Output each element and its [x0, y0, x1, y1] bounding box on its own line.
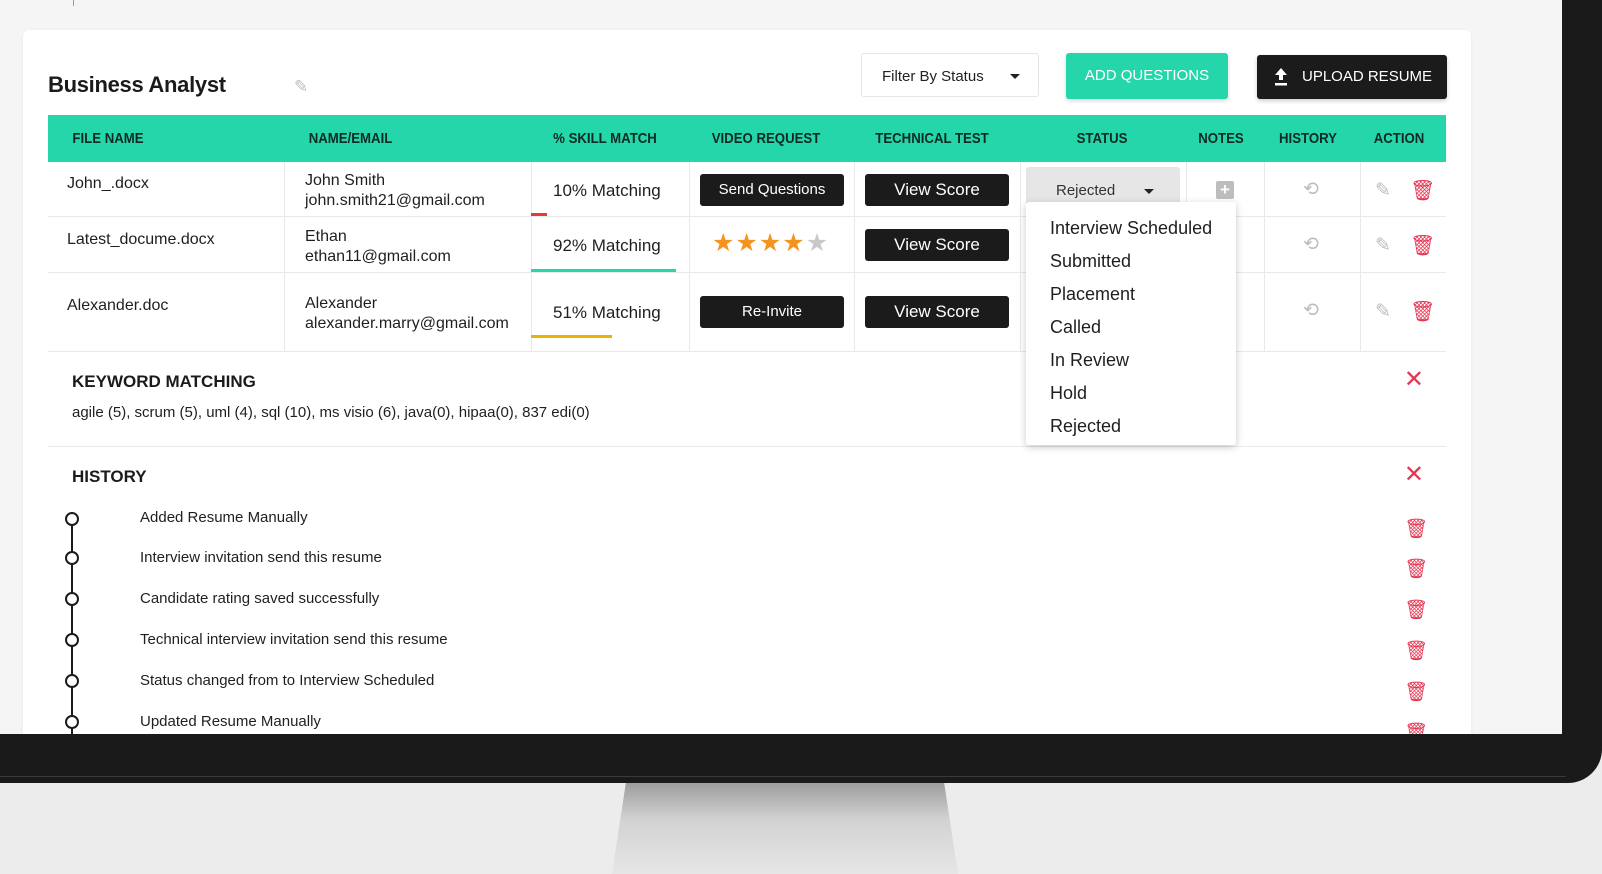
- table-header: FILE NAME NAME/EMAIL % SKILL MATCH VIDEO…: [48, 115, 1446, 162]
- column-divider: [1360, 162, 1361, 352]
- view-score-button[interactable]: View Score: [865, 296, 1009, 328]
- timeline-dot: [65, 551, 79, 565]
- page-title: Business Analyst: [48, 72, 226, 97]
- candidate-email: john.smith21@gmail.com: [305, 192, 485, 209]
- trash-icon[interactable]: 🗑: [1410, 299, 1435, 324]
- history-item: Interview invitation send this resume: [140, 549, 382, 566]
- column-divider: [1020, 162, 1021, 352]
- trash-icon[interactable]: 🗑: [1404, 517, 1428, 541]
- skill-match-bar: [531, 335, 612, 338]
- status-dropdown-menu: Interview Scheduled Submitted Placement …: [1026, 202, 1236, 445]
- candidate-name: John Smith: [305, 172, 386, 189]
- keyword-matching-section: KEYWORD MATCHING agile (5), scrum (5), u…: [48, 352, 1446, 447]
- send-questions-button[interactable]: Send Questions: [700, 174, 844, 206]
- divider: [73, 0, 74, 6]
- candidate-name: Alexander: [305, 295, 378, 312]
- history-item: Status changed from to Interview Schedul…: [140, 672, 435, 689]
- trash-icon[interactable]: 🗑: [1404, 639, 1428, 663]
- dropdown-option[interactable]: In Review: [1026, 344, 1236, 377]
- history-icon[interactable]: ⟲: [1303, 178, 1319, 201]
- column-divider: [689, 162, 690, 352]
- keyword-list: agile (5), scrum (5), uml (4), sql (10),…: [72, 404, 590, 421]
- timeline-dot: [65, 633, 79, 647]
- monitor-stand: [612, 783, 958, 874]
- column-header[interactable]: ACTION: [1360, 115, 1437, 162]
- plus-square-icon[interactable]: +: [1216, 181, 1234, 199]
- section-title: KEYWORD MATCHING: [72, 372, 256, 391]
- add-questions-button[interactable]: ADD QUESTIONS: [1066, 53, 1228, 99]
- column-header[interactable]: FILE NAME: [60, 115, 157, 162]
- dropdown-option[interactable]: Placement: [1026, 278, 1236, 311]
- column-header[interactable]: TECHNICAL TEST: [862, 115, 1003, 162]
- upload-resume-button[interactable]: UPLOAD RESUME: [1257, 55, 1447, 99]
- pencil-icon[interactable]: ✎: [1375, 300, 1391, 323]
- view-score-button[interactable]: View Score: [865, 174, 1009, 206]
- dropdown-option[interactable]: Hold: [1026, 377, 1236, 410]
- dropdown-option[interactable]: Submitted: [1026, 245, 1236, 278]
- section-title: HISTORY: [72, 467, 147, 486]
- chevron-down-icon: [1010, 74, 1020, 79]
- trash-icon[interactable]: 🗑: [1404, 680, 1428, 704]
- trash-icon[interactable]: 🗑: [1410, 233, 1435, 258]
- skill-match: 51% Matching: [553, 303, 661, 322]
- pencil-icon[interactable]: ✎: [1375, 179, 1391, 202]
- candidate-name: Ethan: [305, 228, 347, 245]
- dropdown-option[interactable]: Interview Scheduled: [1026, 212, 1236, 245]
- column-divider: [1264, 162, 1265, 352]
- file-name[interactable]: Latest_docume.docx: [67, 231, 215, 249]
- history-item: Candidate rating saved successfully: [140, 590, 380, 607]
- view-score-button[interactable]: View Score: [865, 229, 1009, 261]
- history-item: Added Resume Manually: [140, 509, 308, 526]
- close-icon[interactable]: ✕: [1404, 463, 1424, 487]
- skill-match: 10% Matching: [553, 181, 661, 200]
- pencil-icon[interactable]: ✎: [1375, 234, 1391, 257]
- column-divider: [531, 162, 532, 352]
- column-header[interactable]: % SKILL MATCH: [539, 115, 671, 162]
- dropdown-option[interactable]: Called: [1026, 311, 1236, 344]
- history-item: Technical interview invitation send this…: [140, 631, 448, 648]
- skill-match-bar: [531, 213, 547, 216]
- filter-by-status-select[interactable]: Filter By Status: [861, 53, 1039, 97]
- skill-match: 92% Matching: [553, 236, 661, 255]
- trash-icon[interactable]: 🗑: [1404, 557, 1428, 581]
- history-item: Updated Resume Manually: [140, 713, 321, 730]
- timeline-dot: [65, 512, 79, 526]
- star-icon[interactable]: ★: [782, 229, 805, 257]
- star-icon[interactable]: ★: [806, 229, 829, 257]
- timeline-dot: [65, 592, 79, 606]
- upload-icon: [1275, 68, 1287, 86]
- re-invite-button[interactable]: Re-Invite: [700, 296, 844, 328]
- candidate-email: alexander.marry@gmail.com: [305, 315, 509, 332]
- timeline-dot: [65, 674, 79, 688]
- column-divider: [854, 162, 855, 352]
- column-header[interactable]: STATUS: [1033, 115, 1170, 162]
- skill-match-bar: [531, 269, 676, 272]
- star-rating[interactable]: ★★★★★: [712, 228, 829, 258]
- candidate-email: ethan11@gmail.com: [305, 248, 451, 265]
- close-icon[interactable]: ✕: [1404, 368, 1424, 392]
- column-header[interactable]: VIDEO REQUEST: [699, 115, 833, 162]
- upload-resume-label: UPLOAD RESUME: [1302, 68, 1433, 85]
- star-icon[interactable]: ★: [735, 229, 758, 257]
- column-header[interactable]: NOTES: [1187, 115, 1256, 162]
- file-name[interactable]: Alexander.doc: [67, 297, 168, 315]
- trash-icon[interactable]: 🗑: [1404, 721, 1428, 734]
- trash-icon[interactable]: 🗑: [1410, 178, 1435, 203]
- trash-icon[interactable]: 🗑: [1404, 598, 1428, 622]
- history-icon[interactable]: ⟲: [1303, 233, 1319, 256]
- star-icon[interactable]: ★: [759, 229, 782, 257]
- column-divider: [284, 162, 285, 352]
- status-value: Rejected: [1056, 182, 1116, 199]
- column-header[interactable]: NAME/EMAIL: [296, 115, 406, 162]
- column-header[interactable]: HISTORY: [1268, 115, 1349, 162]
- history-icon[interactable]: ⟲: [1303, 299, 1319, 322]
- chevron-down-icon: [1144, 189, 1154, 194]
- screen: Business Analyst ✎ Filter By Status ADD …: [0, 0, 1562, 734]
- timeline-dot: [65, 715, 79, 729]
- star-icon[interactable]: ★: [712, 229, 735, 257]
- pencil-icon[interactable]: ✎: [294, 77, 308, 97]
- dropdown-option[interactable]: Rejected: [1026, 410, 1236, 443]
- filter-label: Filter By Status: [882, 68, 984, 85]
- file-name[interactable]: John_.docx: [67, 175, 149, 193]
